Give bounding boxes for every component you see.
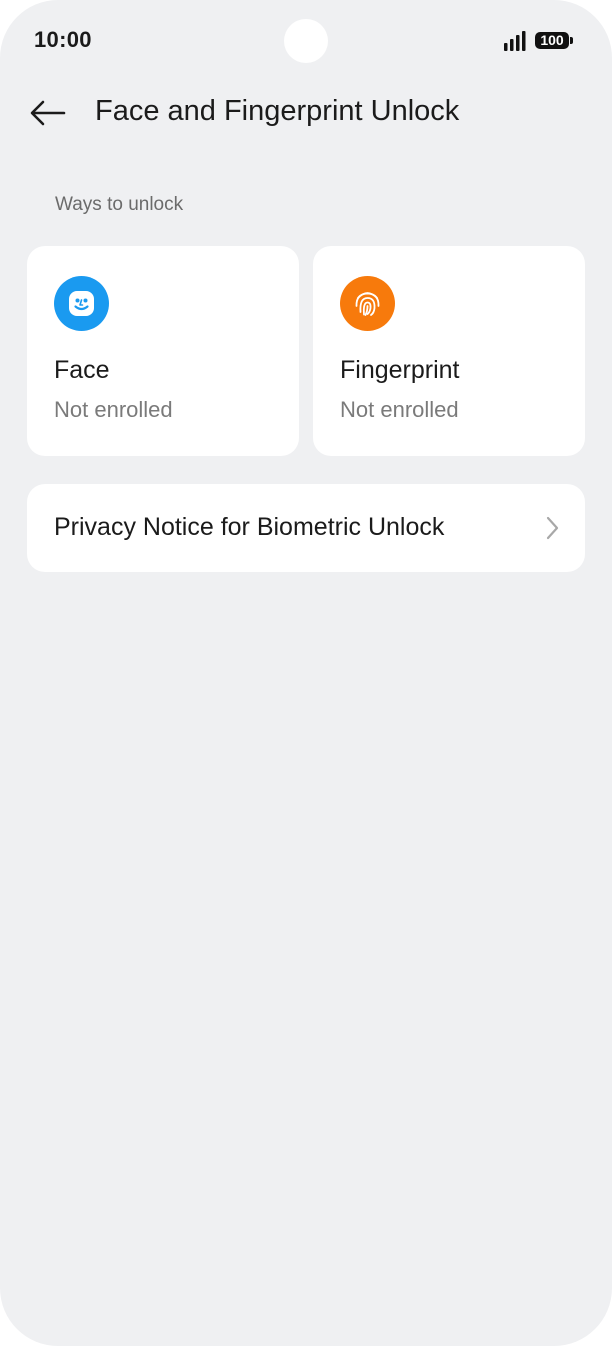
fingerprint-icon xyxy=(340,276,395,331)
status-bar: 10:00 100 xyxy=(0,0,612,82)
privacy-notice-label: Privacy Notice for Biometric Unlock xyxy=(54,513,445,541)
battery-icon: 100 xyxy=(535,30,575,52)
phone-screen: 10:00 100 Face and Fingerprint Unlock Wa… xyxy=(0,0,612,1346)
arrow-left-icon xyxy=(30,100,66,126)
face-icon xyxy=(54,276,109,331)
face-card-title: Face xyxy=(54,356,110,384)
page-header: Face and Fingerprint Unlock xyxy=(0,82,612,146)
battery-tip xyxy=(570,37,573,44)
battery-level: 100 xyxy=(535,32,569,49)
chevron-right-icon xyxy=(546,516,559,540)
face-card-status: Not enrolled xyxy=(54,397,173,422)
face-unlock-card[interactable]: Face Not enrolled xyxy=(27,246,299,456)
fingerprint-card-title: Fingerprint xyxy=(340,356,460,384)
back-button[interactable] xyxy=(24,92,70,138)
section-label: Ways to unlock xyxy=(55,194,184,215)
page-title: Face and Fingerprint Unlock xyxy=(95,95,460,127)
privacy-notice-row[interactable]: Privacy Notice for Biometric Unlock xyxy=(27,484,585,572)
status-time: 10:00 xyxy=(34,27,92,52)
fingerprint-unlock-card[interactable]: Fingerprint Not enrolled xyxy=(313,246,585,456)
fingerprint-card-status: Not enrolled xyxy=(340,397,459,422)
signal-icon xyxy=(504,31,526,51)
camera-cutout xyxy=(284,19,328,63)
